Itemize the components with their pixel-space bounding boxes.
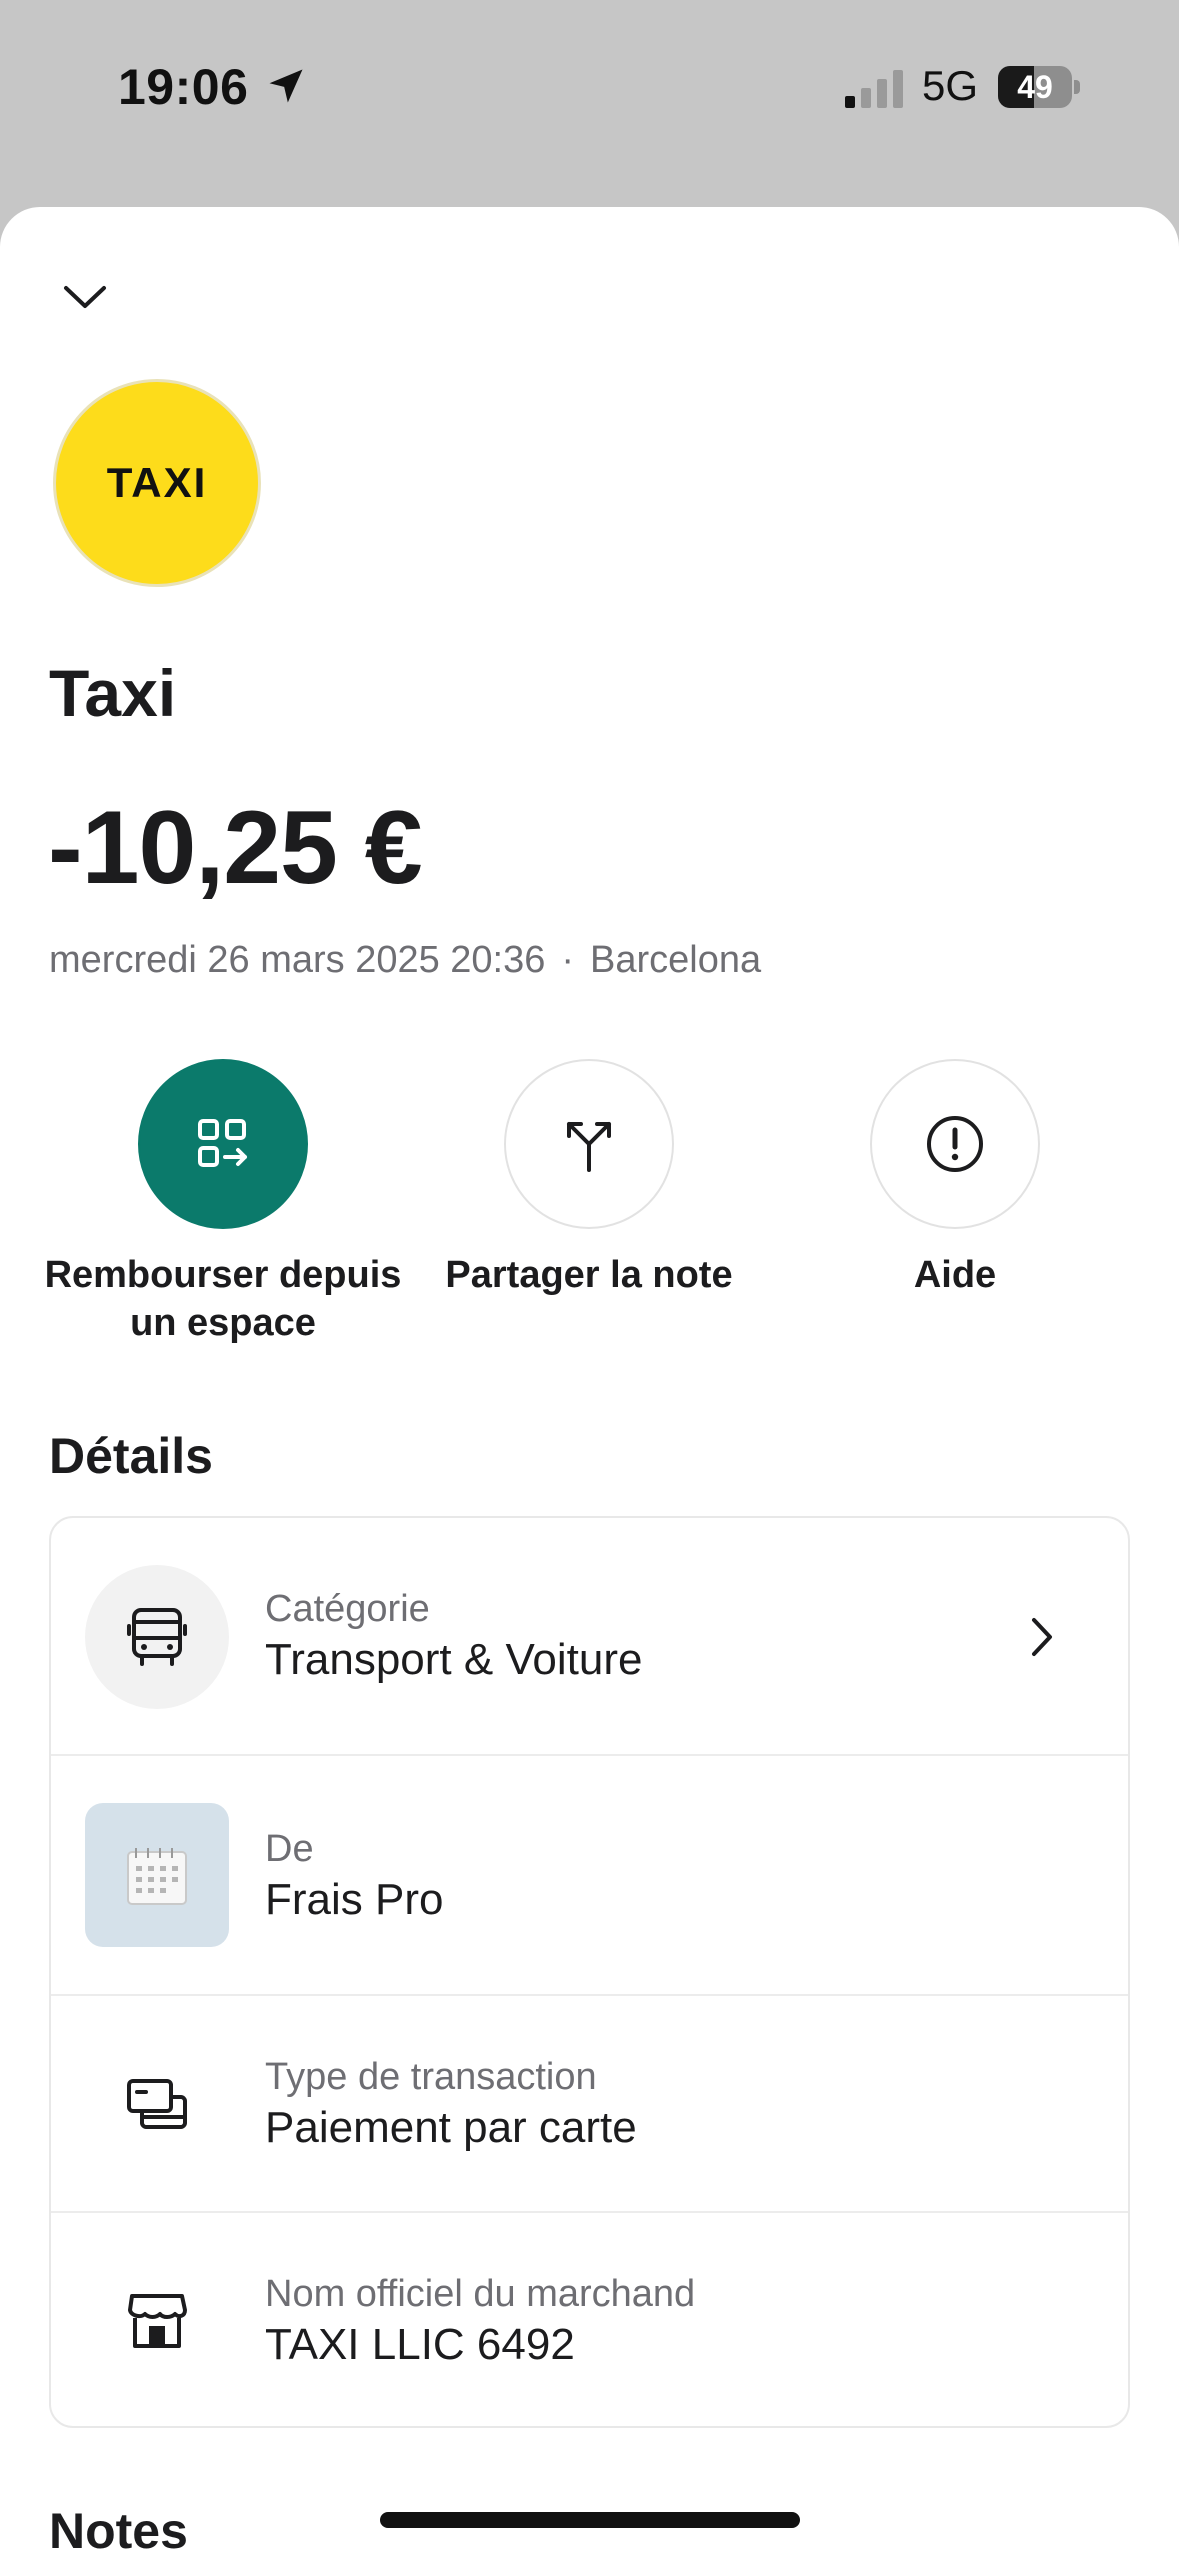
reimburse-icon bbox=[198, 1119, 247, 1167]
calendar-icon bbox=[127, 1848, 187, 1905]
merchant-logo-text: TAXI bbox=[106, 459, 208, 506]
home-indicator[interactable] bbox=[380, 2512, 800, 2528]
category-value: Transport & Voiture bbox=[265, 1635, 643, 1684]
reimburse-action[interactable]: Rembourser depuis un espace bbox=[43, 1059, 403, 1347]
transaction-location: Barcelona bbox=[590, 939, 762, 981]
merchant-official-value: TAXI LLIC 6492 bbox=[265, 2320, 575, 2369]
reimburse-label: Rembourser depuis un espace bbox=[44, 1254, 402, 1344]
transaction-date: mercredi 26 mars 2025 20:36 bbox=[49, 939, 546, 981]
source-icon-wrap bbox=[85, 1803, 229, 1947]
chevron-right-icon bbox=[1032, 1618, 1052, 1656]
merchant-official-icon-wrap bbox=[85, 2249, 229, 2393]
transaction-amount: -10,25 € bbox=[48, 790, 423, 906]
help-label: Aide bbox=[913, 1254, 997, 1296]
store-icon bbox=[128, 2294, 187, 2348]
transaction-type-value: Paiement par carte bbox=[265, 2103, 637, 2152]
details-title: Détails bbox=[49, 1428, 213, 1484]
details-card: Catégorie Transport & Voiture De Frais P… bbox=[49, 1516, 1130, 2428]
bus-icon bbox=[127, 1608, 187, 1666]
merchant-official-label: Nom officiel du marchand bbox=[265, 2273, 696, 2315]
category-icon-wrap bbox=[85, 1565, 229, 1709]
category-label: Catégorie bbox=[265, 1588, 430, 1630]
category-chevron bbox=[1022, 1607, 1062, 1667]
split-button[interactable] bbox=[504, 1059, 674, 1229]
split-action[interactable]: Partager la note bbox=[409, 1059, 769, 1299]
transaction-type-row: Type de transaction Paiement par carte bbox=[51, 1996, 1128, 2213]
transaction-sheet: TAXI Taxi -10,25 € mercredi 26 mars 2025… bbox=[0, 207, 1179, 2556]
transaction-type-label: Type de transaction bbox=[265, 2056, 597, 2098]
status-time: 19:06 bbox=[118, 59, 249, 115]
source-value: Frais Pro bbox=[265, 1875, 444, 1924]
notes-title: Notes bbox=[49, 2503, 188, 2556]
meta-separator: · bbox=[561, 939, 575, 981]
split-label: Partager la note bbox=[445, 1254, 733, 1296]
help-action[interactable]: Aide bbox=[775, 1059, 1135, 1299]
category-row[interactable]: Catégorie Transport & Voiture bbox=[51, 1518, 1128, 1756]
location-arrow-icon bbox=[269, 69, 303, 103]
chevron-down-icon bbox=[64, 286, 106, 308]
collapse-button[interactable] bbox=[50, 267, 120, 327]
help-icon bbox=[927, 1116, 983, 1172]
cards-icon bbox=[127, 2079, 187, 2129]
battery-level: 49 bbox=[1017, 69, 1053, 105]
signal-icon bbox=[845, 70, 903, 108]
merchant-name: Taxi bbox=[49, 656, 177, 730]
network-type: 5G bbox=[922, 62, 979, 109]
reimburse-button[interactable] bbox=[138, 1059, 308, 1229]
merchant-logo: TAXI bbox=[53, 379, 261, 587]
merchant-official-row: Nom officiel du marchand TAXI LLIC 6492 bbox=[51, 2213, 1128, 2426]
help-button[interactable] bbox=[870, 1059, 1040, 1229]
transaction-type-icon-wrap bbox=[85, 2032, 229, 2176]
battery-icon: 49 bbox=[998, 66, 1080, 108]
split-icon bbox=[567, 1122, 611, 1172]
status-bar: 19:06 5G 49 bbox=[0, 0, 1179, 180]
transaction-meta: mercredi 26 mars 2025 20:36 · Barcelona bbox=[49, 939, 761, 982]
source-label: De bbox=[265, 1828, 314, 1870]
source-row[interactable]: De Frais Pro bbox=[51, 1756, 1128, 1996]
